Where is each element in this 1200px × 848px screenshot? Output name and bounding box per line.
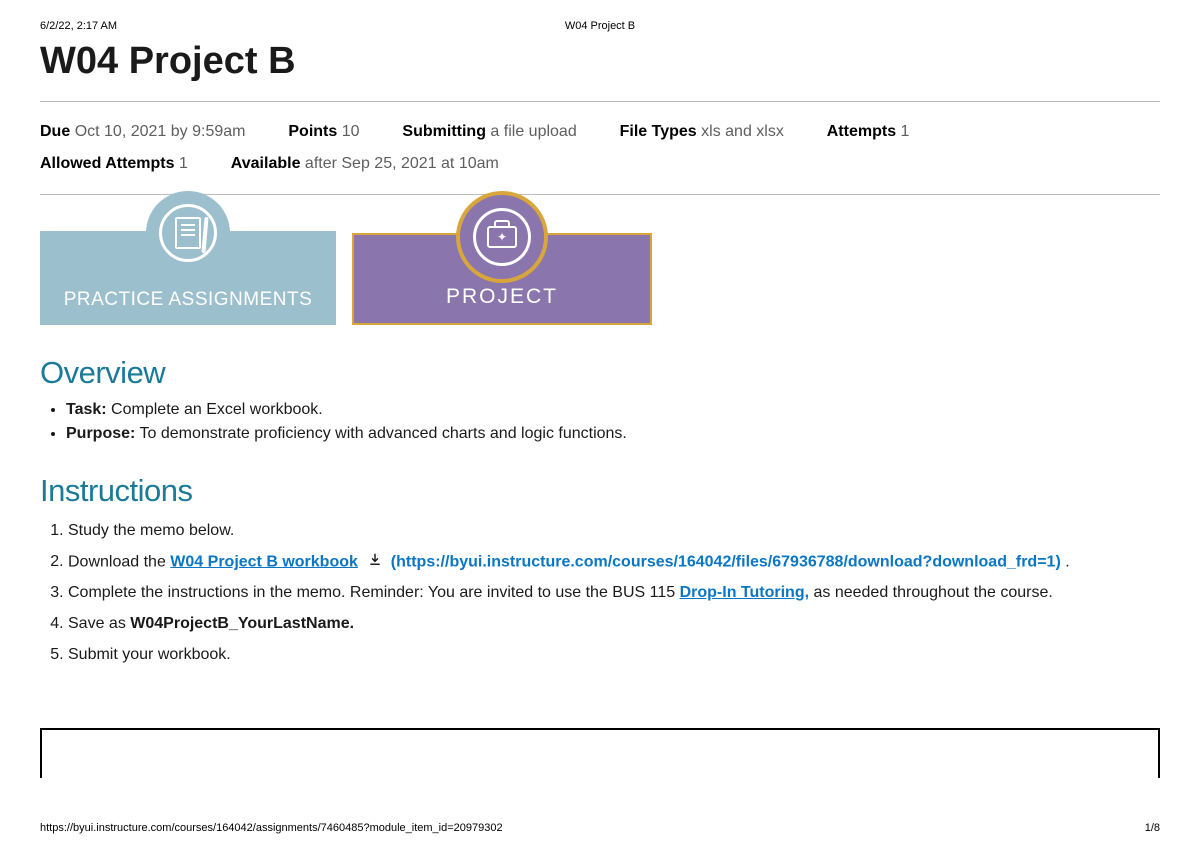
- print-header: 6/2/22, 2:17 AM W04 Project B: [40, 20, 1160, 32]
- list-item: Task: Complete an Excel workbook.: [66, 401, 1160, 419]
- print-timestamp: 6/2/22, 2:17 AM: [40, 20, 413, 32]
- list-item: Download the W04 Project B workbook (htt…: [68, 550, 1160, 575]
- footer-url: https://byui.instructure.com/courses/164…: [40, 822, 503, 834]
- assignment-meta: Due Oct 10, 2021 by 9:59am Points 10 Sub…: [40, 102, 1160, 194]
- briefcase-icon: ✦: [487, 226, 517, 248]
- list-item: Purpose: To demonstrate proficiency with…: [66, 425, 1160, 443]
- filetypes-value: xls and xlsx: [701, 123, 784, 140]
- workbook-download-url[interactable]: (https://byui.instructure.com/courses/16…: [391, 553, 1061, 570]
- workbook-download-link[interactable]: W04 Project B workbook: [170, 553, 358, 570]
- print-footer: https://byui.instructure.com/courses/164…: [40, 822, 1160, 834]
- overview-heading: Overview: [40, 355, 1160, 391]
- practice-assignments-badge: PRACTICE ASSIGNMENTS: [40, 231, 336, 325]
- filetypes-label: File Types: [620, 123, 697, 140]
- i2-suffix: .: [1061, 553, 1070, 570]
- due-label: Due: [40, 123, 70, 140]
- print-title: W04 Project B: [413, 20, 786, 32]
- i3-suffix: as needed throughout the course.: [809, 584, 1053, 601]
- i4-prefix: Save as: [68, 615, 130, 632]
- list-item: Save as W04ProjectB_YourLastName.: [68, 612, 1160, 637]
- task-label: Task:: [66, 401, 107, 418]
- allowed-attempts-label: Allowed Attempts: [40, 155, 175, 172]
- attempts-label: Attempts: [827, 123, 896, 140]
- points-label: Points: [288, 123, 337, 140]
- list-item: Study the memo below.: [68, 519, 1160, 544]
- i2-prefix: Download the: [68, 553, 170, 570]
- available-label: Available: [231, 155, 301, 172]
- overview-list: Task: Complete an Excel workbook. Purpos…: [44, 401, 1160, 443]
- footer-page: 1/8: [1145, 822, 1160, 834]
- tutoring-link[interactable]: Drop-In Tutoring,: [680, 584, 809, 601]
- list-item: Submit your workbook.: [68, 643, 1160, 668]
- purpose-text: To demonstrate proficiency with advanced…: [135, 425, 627, 442]
- task-text: Complete an Excel workbook.: [107, 401, 323, 418]
- allowed-attempts-value: 1: [179, 155, 188, 172]
- memo-box: [40, 728, 1160, 778]
- due-value: Oct 10, 2021 by 9:59am: [75, 123, 246, 140]
- instructions-list: Study the memo below. Download the W04 P…: [44, 519, 1160, 668]
- points-value: 10: [342, 123, 360, 140]
- project-circle-icon: ✦: [460, 195, 544, 279]
- save-filename: W04ProjectB_YourLastName.: [130, 615, 354, 632]
- download-icon[interactable]: [368, 550, 382, 575]
- list-item: Complete the instructions in the memo. R…: [68, 581, 1160, 606]
- available-value: after Sep 25, 2021 at 10am: [305, 155, 499, 172]
- i3-prefix: Complete the instructions in the memo. R…: [68, 584, 680, 601]
- divider-bottom: [40, 194, 1160, 195]
- purpose-label: Purpose:: [66, 425, 135, 442]
- page-title: W04 Project B: [40, 40, 1160, 83]
- document-icon: [175, 217, 201, 249]
- submitting-value: a file upload: [490, 123, 576, 140]
- project-badge: ✦ PROJECT: [352, 233, 652, 325]
- submitting-label: Submitting: [402, 123, 486, 140]
- instructions-heading: Instructions: [40, 473, 1160, 509]
- practice-circle-icon: [146, 191, 230, 275]
- attempts-value: 1: [901, 123, 910, 140]
